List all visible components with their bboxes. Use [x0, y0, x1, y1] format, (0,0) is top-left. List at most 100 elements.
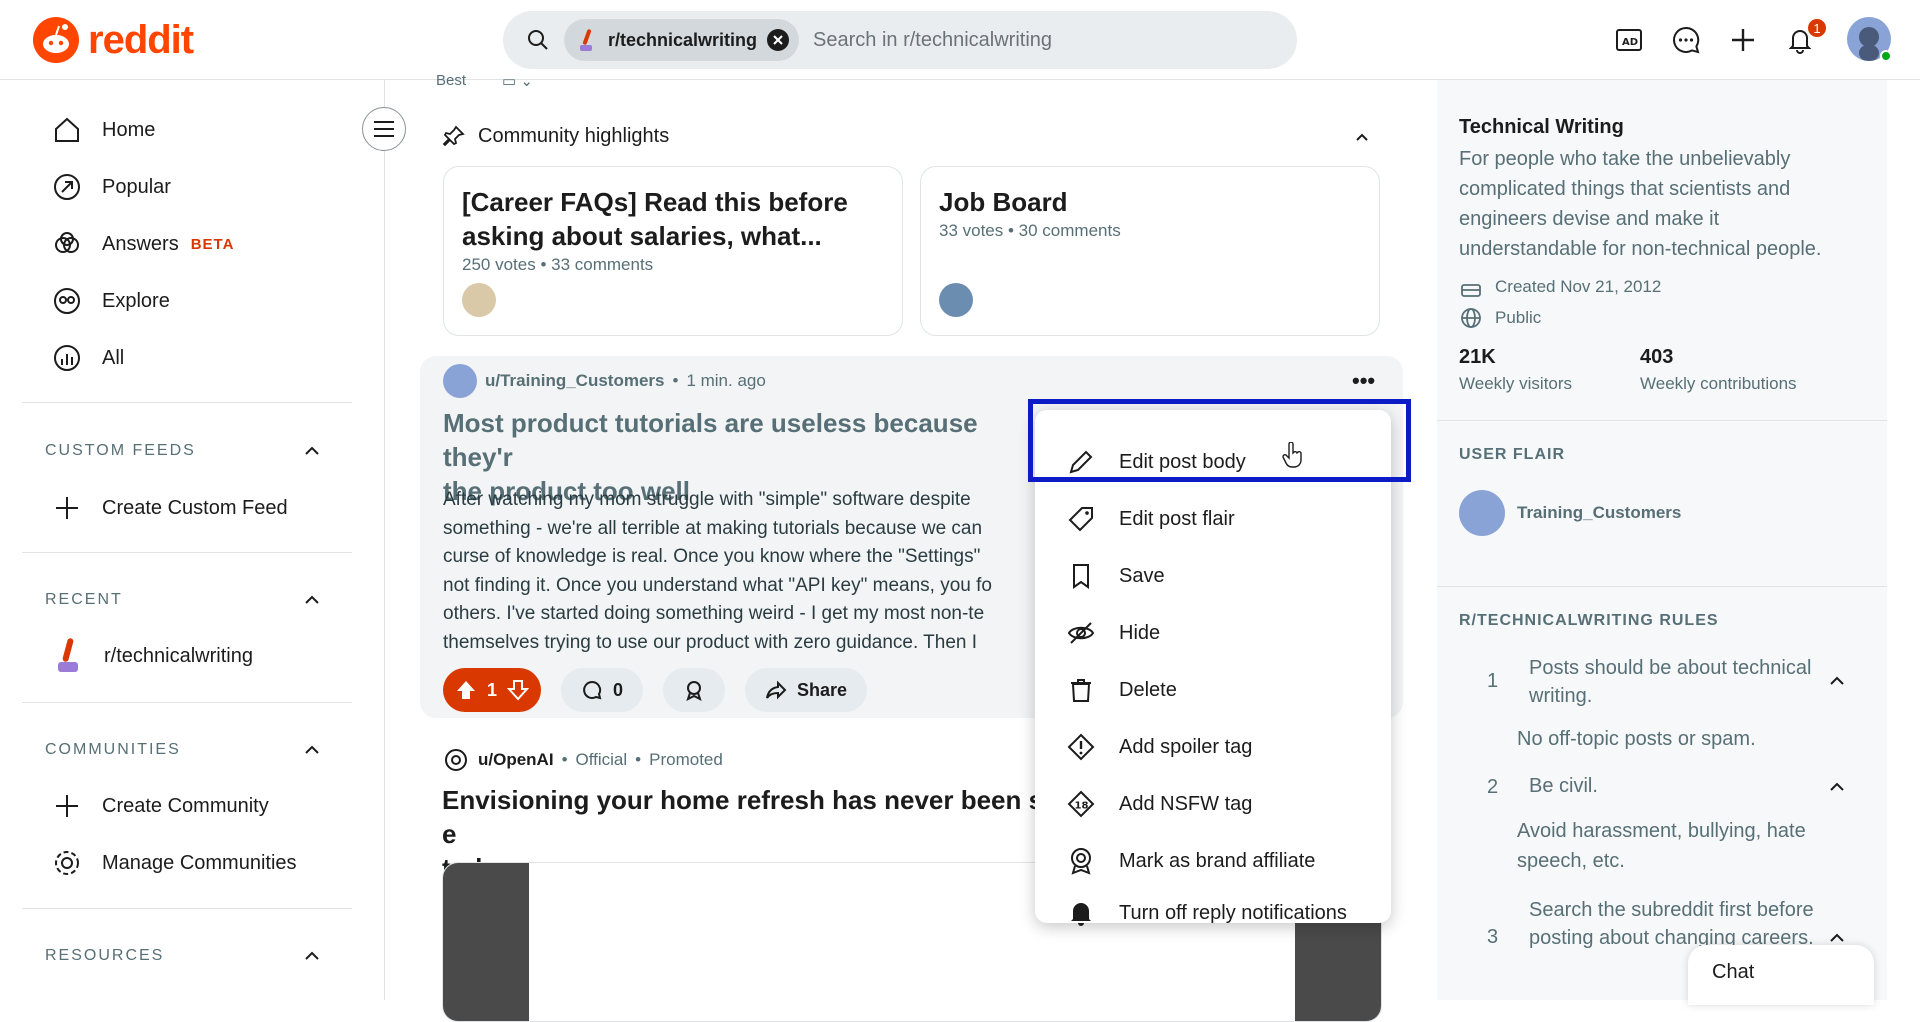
downvote-icon[interactable]	[507, 679, 530, 701]
left-sidebar: Home Popular Answers BETA Explore All CU…	[0, 80, 385, 1000]
view-dropdown[interactable]: ▭ ⌄	[502, 72, 533, 90]
manage-communities-label: Manage Communities	[102, 851, 297, 874]
promo-author[interactable]: u/OpenAI	[478, 750, 554, 770]
bell-icon	[1071, 903, 1091, 926]
share-label: Share	[797, 679, 848, 700]
notification-badge: 1	[1806, 17, 1828, 39]
rule-description: No off-topic posts or spam.	[1517, 728, 1756, 750]
menu-edit-post-flair[interactable]: Edit post flair	[1067, 497, 1235, 541]
weekly-visitors-count: 21K	[1459, 346, 1496, 368]
chevron-up-icon[interactable]	[1827, 777, 1847, 797]
all-icon	[54, 345, 80, 371]
svg-text:AD: AD	[1622, 37, 1638, 48]
more-options-button[interactable]: •••	[1352, 368, 1375, 394]
nav-answers[interactable]: Answers BETA	[52, 224, 234, 264]
create-community[interactable]: Create Community	[52, 786, 269, 826]
menu-delete[interactable]: Delete	[1067, 668, 1177, 712]
spoiler-icon	[1067, 733, 1095, 761]
chevron-up-icon[interactable]	[1353, 128, 1371, 146]
logo-text: reddit	[88, 17, 194, 62]
community-title: Technical Writing	[1459, 116, 1624, 138]
recent-subreddit-label: r/technicalwriting	[104, 644, 253, 667]
nav-explore-label: Explore	[102, 289, 170, 312]
sidebar-divider	[22, 402, 352, 403]
post-actions: 1 0 Share	[443, 668, 868, 712]
nav-popular[interactable]: Popular	[52, 167, 171, 207]
flair-avatar	[1459, 490, 1505, 536]
rule-description: Avoid harassment, bullying, hate speech,…	[1517, 820, 1806, 872]
highlight-thumbnail	[939, 283, 973, 317]
plus-icon	[56, 497, 78, 519]
upvote-icon[interactable]	[455, 679, 477, 701]
nav-home-label: Home	[102, 118, 156, 141]
highlight-thumbnail	[462, 283, 496, 317]
create-custom-feed[interactable]: Create Custom Feed	[52, 488, 288, 528]
chevron-up-icon[interactable]	[302, 946, 322, 966]
rule-title[interactable]: Posts should be about technical writing.	[1529, 654, 1819, 710]
post-author[interactable]: u/Training_Customers	[485, 371, 664, 391]
chat-icon[interactable]	[1667, 21, 1705, 59]
chevron-up-icon[interactable]	[302, 590, 322, 610]
community-highlights-header[interactable]: Community highlights	[442, 124, 669, 148]
menu-hide[interactable]: Hide	[1067, 611, 1160, 655]
menu-mark-brand-affiliate[interactable]: Mark as brand affiliate	[1067, 839, 1315, 883]
chevron-up-icon[interactable]	[302, 441, 322, 461]
search-scope-chip[interactable]: r/technicalwriting	[564, 19, 800, 61]
highlight-card[interactable]: Job Board 33 votes • 30 comments	[920, 166, 1380, 336]
chevron-up-icon[interactable]	[302, 740, 322, 760]
popular-icon	[54, 174, 80, 200]
post-body: After watching my mom struggle with "sim…	[443, 489, 992, 653]
award-button[interactable]	[663, 668, 726, 712]
chevron-up-icon[interactable]	[1827, 671, 1847, 691]
custom-feeds-title: CUSTOM FEEDS	[45, 442, 196, 459]
recent-subreddit[interactable]: r/technicalwriting	[52, 636, 253, 676]
manage-communities[interactable]: Manage Communities	[52, 843, 297, 883]
nav-explore[interactable]: Explore	[52, 281, 170, 321]
menu-turn-off-reply-notifications[interactable]: Turn off reply notifications	[1067, 896, 1347, 930]
comments-button[interactable]: 0	[561, 668, 644, 712]
reddit-snoo-icon	[33, 17, 79, 63]
author-avatar[interactable]	[443, 364, 477, 398]
rule-title[interactable]: Be civil.	[1529, 772, 1819, 800]
chat-button[interactable]: Chat	[1688, 945, 1874, 1005]
search-bar[interactable]: r/technicalwriting Search in r/technical…	[503, 11, 1297, 69]
menu-add-nsfw-tag[interactable]: 18 Add NSFW tag	[1067, 782, 1252, 826]
search-icon	[528, 30, 548, 50]
advertise-icon[interactable]: AD	[1610, 21, 1648, 59]
highlight-title: [Career FAQs] Read this before asking ab…	[462, 187, 848, 251]
trash-icon	[1071, 679, 1091, 702]
clear-scope-icon[interactable]	[767, 29, 790, 51]
menu-save[interactable]: Save	[1067, 554, 1165, 598]
nav-popular-label: Popular	[102, 175, 171, 198]
nav-home[interactable]: Home	[52, 110, 155, 150]
cake-icon	[1461, 284, 1481, 297]
nsfw-icon: 18	[1067, 790, 1095, 818]
create-custom-feed-label: Create Custom Feed	[102, 496, 288, 519]
share-button[interactable]: Share	[745, 668, 868, 712]
hand-cursor-icon	[1282, 442, 1302, 468]
menu-add-spoiler-tag[interactable]: Add spoiler tag	[1067, 725, 1252, 769]
home-icon	[55, 117, 79, 142]
search-scope-label: r/technicalwriting	[608, 29, 758, 50]
highlight-meta: 250 votes • 33 comments	[462, 255, 654, 274]
resources-title: RESOURCES	[45, 947, 165, 964]
promoted-label: Promoted	[649, 750, 723, 769]
nav-all[interactable]: All	[52, 338, 124, 378]
create-post-icon[interactable]	[1724, 21, 1762, 59]
user-flair[interactable]: Training_Customers	[1459, 490, 1681, 536]
weekly-contributions-label: Weekly contributions	[1640, 374, 1797, 393]
reddit-logo[interactable]: reddit	[32, 16, 194, 64]
highlight-card[interactable]: [Career FAQs] Read this before asking ab…	[443, 166, 903, 336]
post-options-menu: Edit post body Edit post flair Save Hide…	[1035, 410, 1391, 926]
explore-icon	[54, 288, 80, 314]
rule-number: 3	[1487, 926, 1499, 948]
sort-dropdown[interactable]: Best	[436, 72, 466, 90]
vote-control: 1	[443, 668, 542, 712]
openai-logo-icon[interactable]	[442, 746, 470, 774]
visibility: Public	[1459, 306, 1541, 330]
svg-text:18: 18	[1075, 801, 1089, 812]
collapse-sidebar-button[interactable]	[362, 107, 406, 151]
search-input[interactable]: Search in r/technicalwriting	[813, 29, 1052, 52]
rule-title[interactable]: Search the subreddit first before postin…	[1529, 896, 1819, 952]
promoted-author-row: u/OpenAI • Official • Promoted	[442, 746, 723, 774]
